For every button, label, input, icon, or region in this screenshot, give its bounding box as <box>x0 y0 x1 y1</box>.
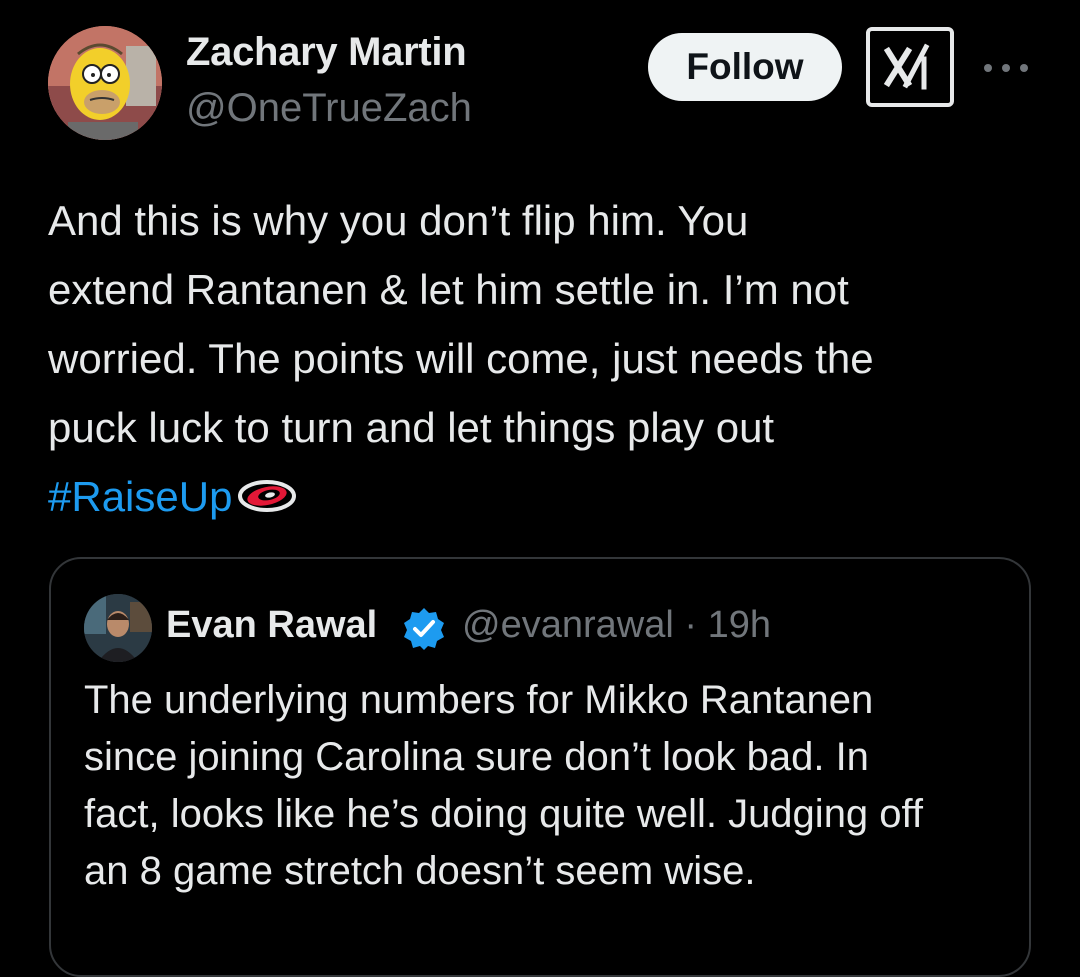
tweet-text-line: And this is why you don’t flip him. You <box>48 197 749 244</box>
quote-text-line: since joining Carolina sure don’t look b… <box>84 735 869 779</box>
avatar-image <box>48 26 162 140</box>
author-handle[interactable]: @OneTrueZach <box>186 86 472 131</box>
follow-button[interactable]: Follow <box>648 33 842 101</box>
quote-text-line: The underlying numbers for Mikko Rantane… <box>84 678 874 722</box>
hashtag-link[interactable]: #RaiseUp <box>48 473 232 520</box>
tweet-text-line: extend Rantanen & let him settle in. I’m… <box>48 266 849 313</box>
quote-text-line: fact, looks like he’s doing quite well. … <box>84 792 924 836</box>
author-avatar[interactable] <box>48 26 162 140</box>
quote-author-avatar[interactable] <box>84 594 152 662</box>
verified-badge-icon <box>402 606 446 650</box>
quote-author-name[interactable]: Evan Rawal <box>166 604 377 647</box>
grok-button[interactable] <box>866 27 954 107</box>
quote-author-handle[interactable]: @evanrawal <box>462 604 674 646</box>
hashtag-line: #RaiseUp <box>48 462 1048 534</box>
author-name[interactable]: Zachary Martin <box>186 30 467 75</box>
avatar-image <box>84 594 152 662</box>
tweet-text-line: puck luck to turn and let things play ou… <box>48 404 775 451</box>
quote-text: The underlying numbers for Mikko Rantane… <box>84 672 1014 900</box>
more-dots-icon <box>984 64 992 72</box>
quote-handle-time: @evanrawal · 19h <box>462 604 771 647</box>
tweet-text-line: worried. The points will come, just need… <box>48 335 874 382</box>
more-dots-icon <box>1020 64 1028 72</box>
tweet-text: And this is why you don’t flip him. You … <box>48 186 1048 534</box>
more-dots-icon <box>1002 64 1010 72</box>
quote-text-line: an 8 game stretch doesn’t seem wise. <box>84 849 756 893</box>
more-options-button[interactable] <box>984 58 1028 78</box>
quote-timestamp[interactable]: · 19h <box>674 604 771 646</box>
hurricanes-logo-icon <box>236 465 298 534</box>
grok-icon <box>883 43 930 90</box>
